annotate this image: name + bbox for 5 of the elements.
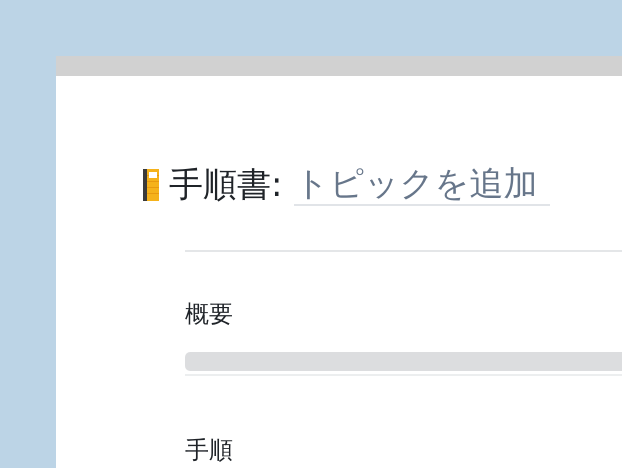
section-heading: 手順	[185, 436, 234, 464]
page-title-label: 手順書:	[169, 165, 282, 205]
section-heading: 概要	[185, 300, 234, 328]
topic-input-field[interactable]: トピックを追加	[294, 164, 550, 206]
notebook-icon	[143, 169, 159, 201]
